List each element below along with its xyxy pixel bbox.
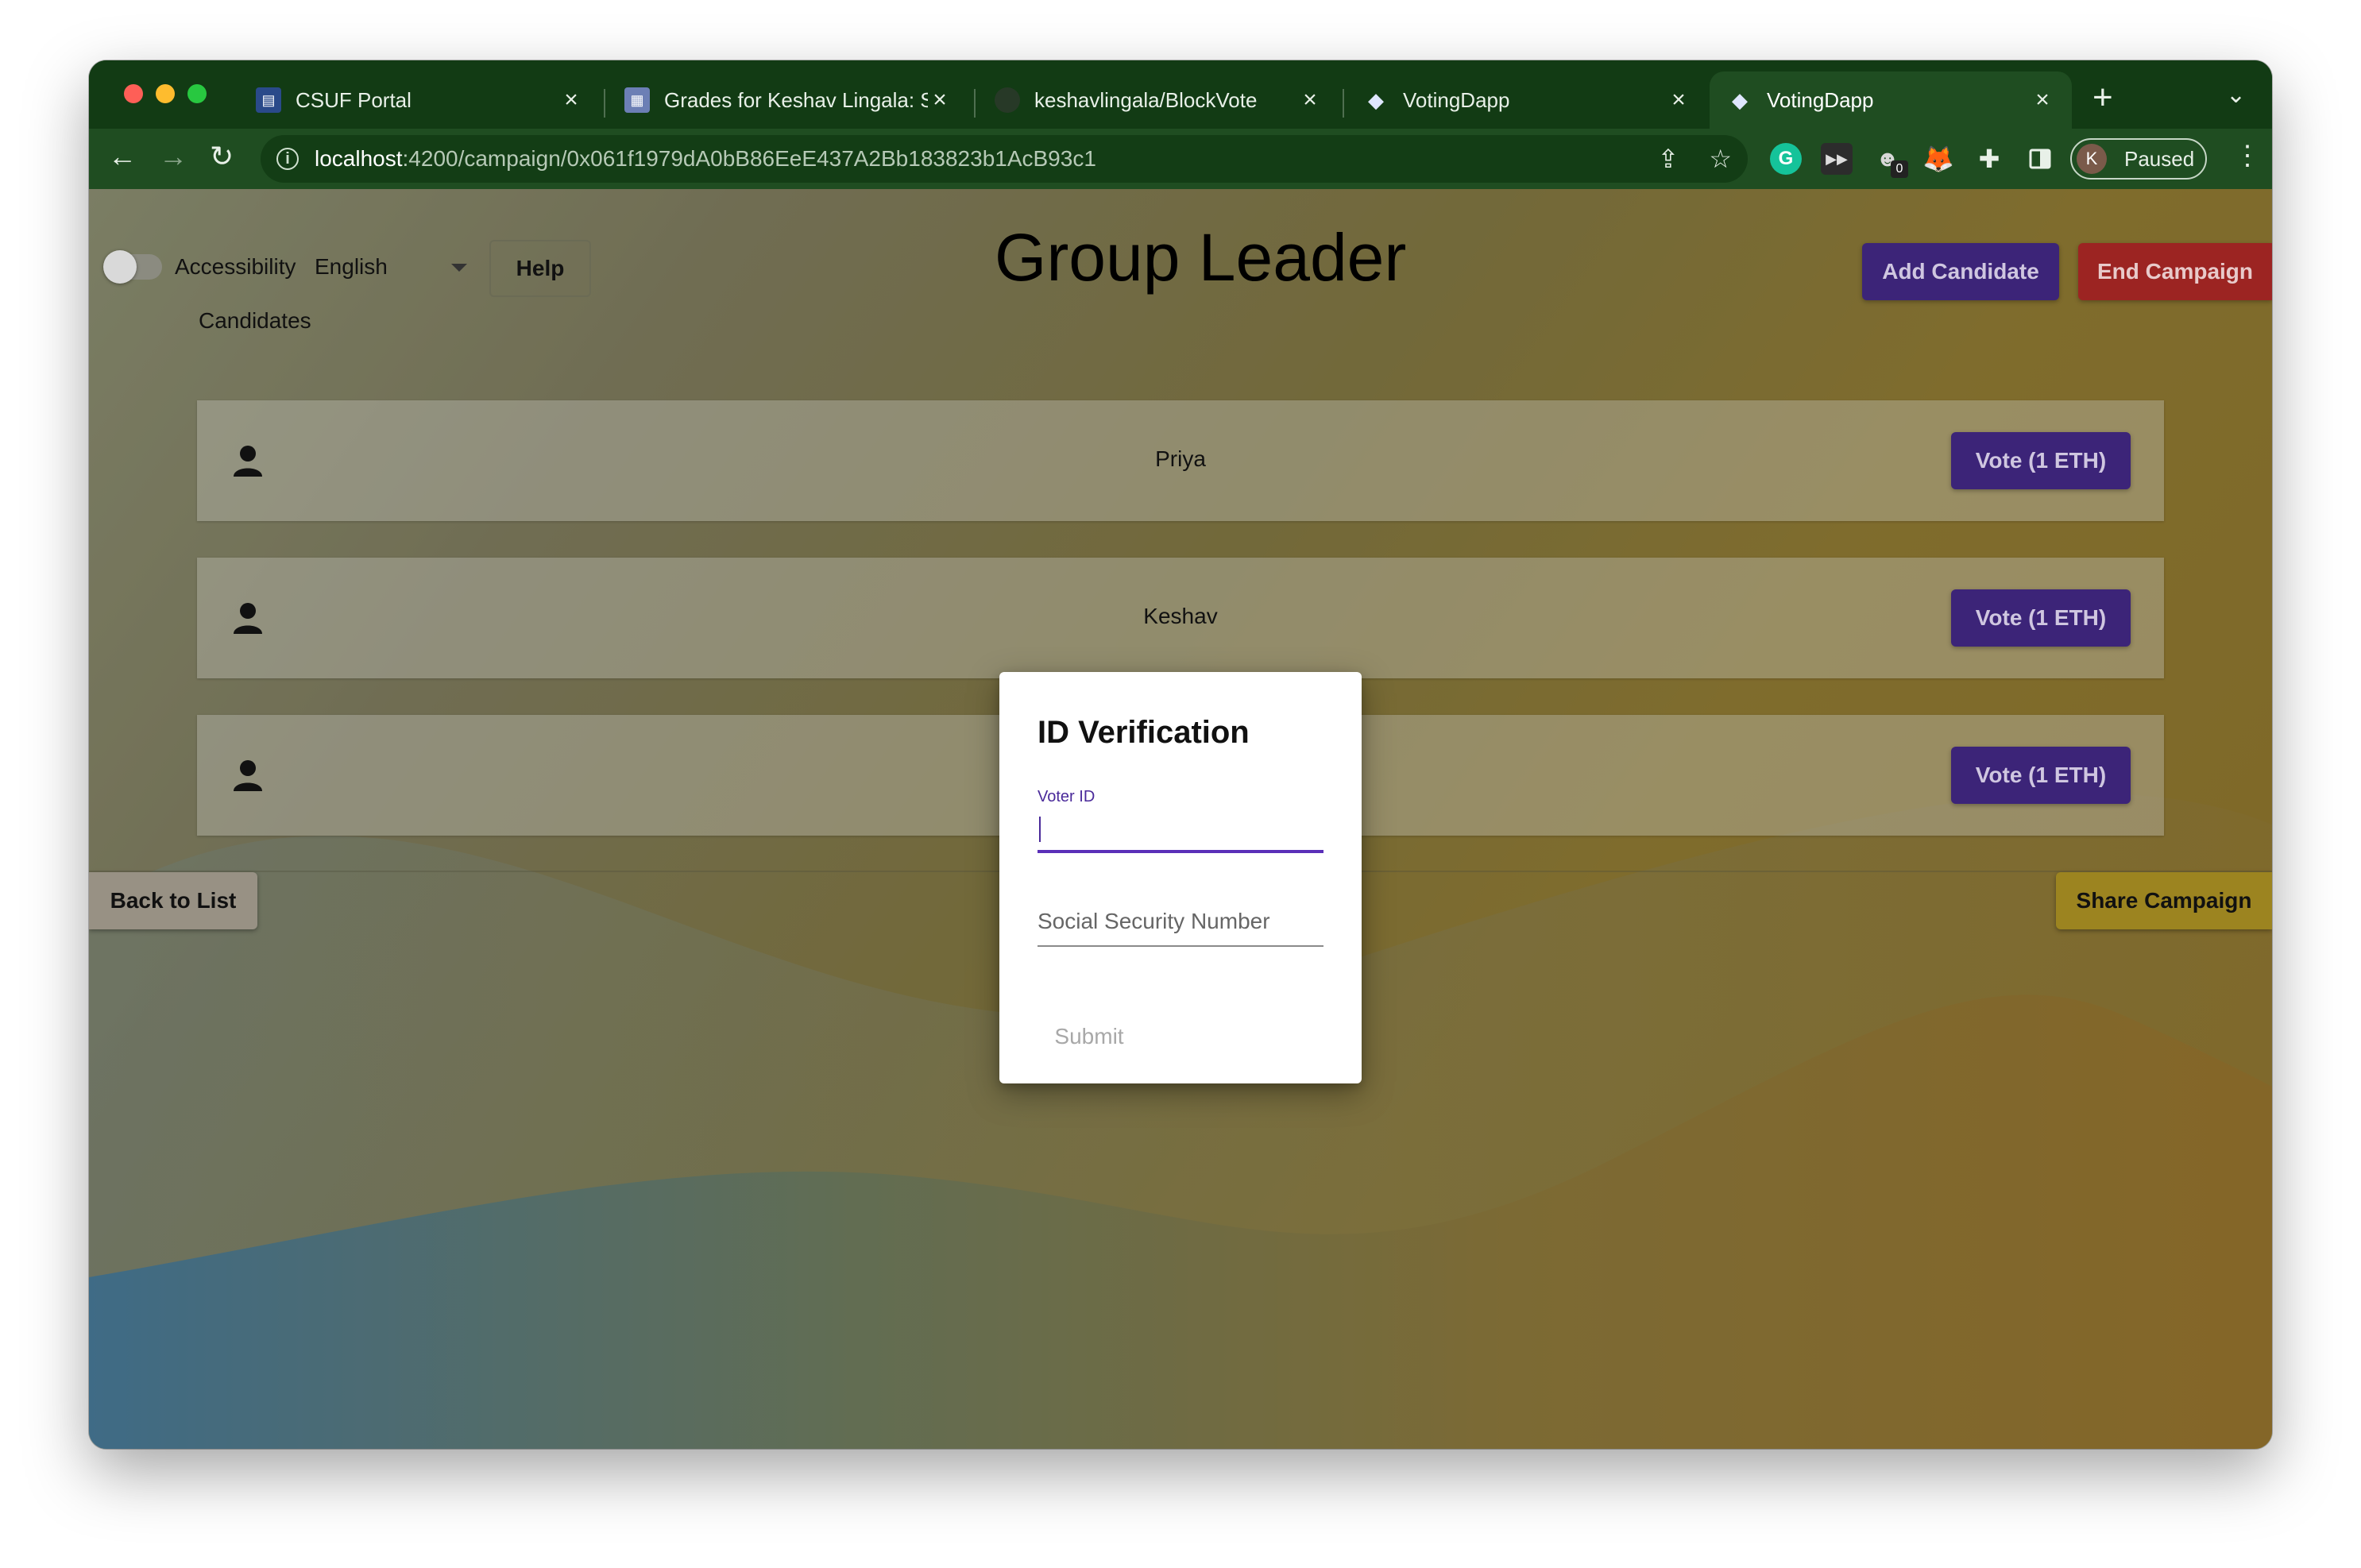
end-campaign-button[interactable]: End Campaign <box>2078 243 2272 300</box>
voter-id-label: Voter ID <box>1038 788 1095 805</box>
avatar: K <box>2077 144 2107 174</box>
tab-close-icon[interactable]: × <box>1298 87 1322 114</box>
portal-favicon-icon: ▤ <box>256 87 281 113</box>
github-favicon-icon <box>995 87 1020 113</box>
extensions-puzzle-icon[interactable]: ✚ <box>1973 143 2005 175</box>
back-to-list-button[interactable]: Back to List <box>89 872 257 929</box>
dialog-title: ID Verification <box>1038 715 1250 750</box>
url-host: localhost <box>315 146 403 171</box>
more-menu-icon[interactable]: ⋮ <box>2234 140 2261 172</box>
tab-separator <box>1343 89 1344 118</box>
ssn-input[interactable] <box>1038 902 1323 940</box>
candidate-row: Priya Vote (1 ETH) <box>197 400 2164 521</box>
tab-close-icon[interactable]: × <box>928 87 952 114</box>
tab-title: keshavlingala/BlockVote <box>1034 87 1258 112</box>
privacy-extension-icon[interactable]: ☻ 0 <box>1872 143 1908 178</box>
tab-votingdapp[interactable]: ◆ VotingDapp × <box>1346 71 1708 129</box>
candidate-row: Keshav Vote (1 ETH) <box>197 558 2164 678</box>
bookmark-star-icon[interactable]: ☆ <box>1709 144 1732 174</box>
extension-badge: 0 <box>1891 160 1908 178</box>
close-window-button[interactable] <box>124 84 143 103</box>
browser-toolbar: ← → ↻ i localhost:4200/campaign/0x061f19… <box>89 129 2272 189</box>
tab-csuf-portal[interactable]: ▤ CSUF Portal × <box>238 71 601 129</box>
tab-separator <box>604 89 605 118</box>
id-verification-dialog: ID Verification Voter ID Submit <box>999 672 1362 1083</box>
vote-button[interactable]: Vote (1 ETH) <box>1951 432 2131 489</box>
toggle-knob <box>103 250 137 284</box>
tab-votingdapp-active[interactable]: ◆ VotingDapp × <box>1710 71 2072 129</box>
profile-status-label: Paused <box>2124 146 2195 171</box>
tab-title: VotingDapp <box>1403 87 1510 112</box>
tab-title: CSUF Portal <box>296 87 412 112</box>
candidate-name: Keshav <box>1143 604 1218 628</box>
vote-button[interactable]: Vote (1 ETH) <box>1951 589 2131 647</box>
tab-close-icon[interactable]: × <box>2031 87 2054 114</box>
tab-strip: ▤ CSUF Portal × ▦ Grades for Keshav Ling… <box>89 60 2272 129</box>
back-arrow-icon[interactable]: ← <box>108 140 137 173</box>
share-campaign-button[interactable]: Share Campaign <box>2056 872 2272 929</box>
language-select[interactable]: English <box>315 254 473 280</box>
page-title: Group Leader <box>995 220 1407 295</box>
vote-button[interactable]: Vote (1 ETH) <box>1951 747 2131 804</box>
profile-button[interactable]: K Paused <box>2070 138 2207 180</box>
side-panel-icon[interactable] <box>2024 143 2056 175</box>
help-button[interactable]: Help <box>489 240 591 297</box>
person-icon <box>234 760 262 791</box>
tab-separator <box>974 89 976 118</box>
tab-github-blockvote[interactable]: keshavlingala/BlockVote × <box>977 71 1339 129</box>
site-info-icon[interactable]: i <box>276 148 299 170</box>
page-content: Accessibility English Help Group Leader … <box>89 189 2272 1449</box>
ssn-underline <box>1038 945 1323 947</box>
candidates-heading: Candidates <box>199 308 311 333</box>
tab-search-chevron-icon[interactable]: ⌄ <box>2226 81 2246 109</box>
tab-grades[interactable]: ▦ Grades for Keshav Lingala: Sp × <box>607 71 969 129</box>
submit-button[interactable]: Submit <box>1038 1014 1141 1060</box>
reload-icon[interactable]: ↻ <box>210 140 234 173</box>
accessibility-label: Accessibility <box>175 254 296 279</box>
voter-id-underline <box>1038 850 1323 853</box>
candidate-name: Priya <box>1155 446 1206 471</box>
accessibility-toggle[interactable] <box>103 250 162 284</box>
minimize-window-button[interactable] <box>156 84 175 103</box>
ethereum-favicon-icon: ◆ <box>1732 87 1748 112</box>
voter-id-input[interactable] <box>1038 810 1323 848</box>
side-panel-icon-svg <box>2029 149 2051 169</box>
url-text[interactable]: localhost:4200/campaign/0x061f1979dA0bB8… <box>315 146 1628 172</box>
browser-window: ▤ CSUF Portal × ▦ Grades for Keshav Ling… <box>89 60 2272 1449</box>
canvas-favicon-icon: ▦ <box>624 87 650 113</box>
text-caret <box>1039 817 1041 842</box>
address-bar[interactable]: i localhost:4200/campaign/0x061f1979dA0b… <box>261 135 1748 183</box>
media-extension-icon[interactable]: ▶▶ <box>1821 143 1853 175</box>
ethereum-favicon-icon: ◆ <box>1368 87 1384 112</box>
grammarly-extension-icon[interactable]: G <box>1770 143 1802 175</box>
tab-close-icon[interactable]: × <box>1667 87 1691 114</box>
new-tab-button[interactable]: + <box>2092 78 2113 118</box>
tab-title: VotingDapp <box>1767 87 1874 112</box>
maximize-window-button[interactable] <box>187 84 207 103</box>
dropdown-arrow-icon[interactable] <box>451 264 467 272</box>
forward-arrow-icon[interactable]: → <box>159 140 187 173</box>
share-icon[interactable]: ⇪ <box>1658 144 1679 174</box>
tab-title: Grades for Keshav Lingala: Sp <box>664 87 928 112</box>
tab-close-icon[interactable]: × <box>559 87 583 114</box>
add-candidate-button[interactable]: Add Candidate <box>1862 243 2059 300</box>
url-path: :4200/campaign/0x061f1979dA0bB86EeE437A2… <box>402 146 1096 171</box>
metamask-fox-icon[interactable]: 🦊 <box>1922 143 1954 175</box>
